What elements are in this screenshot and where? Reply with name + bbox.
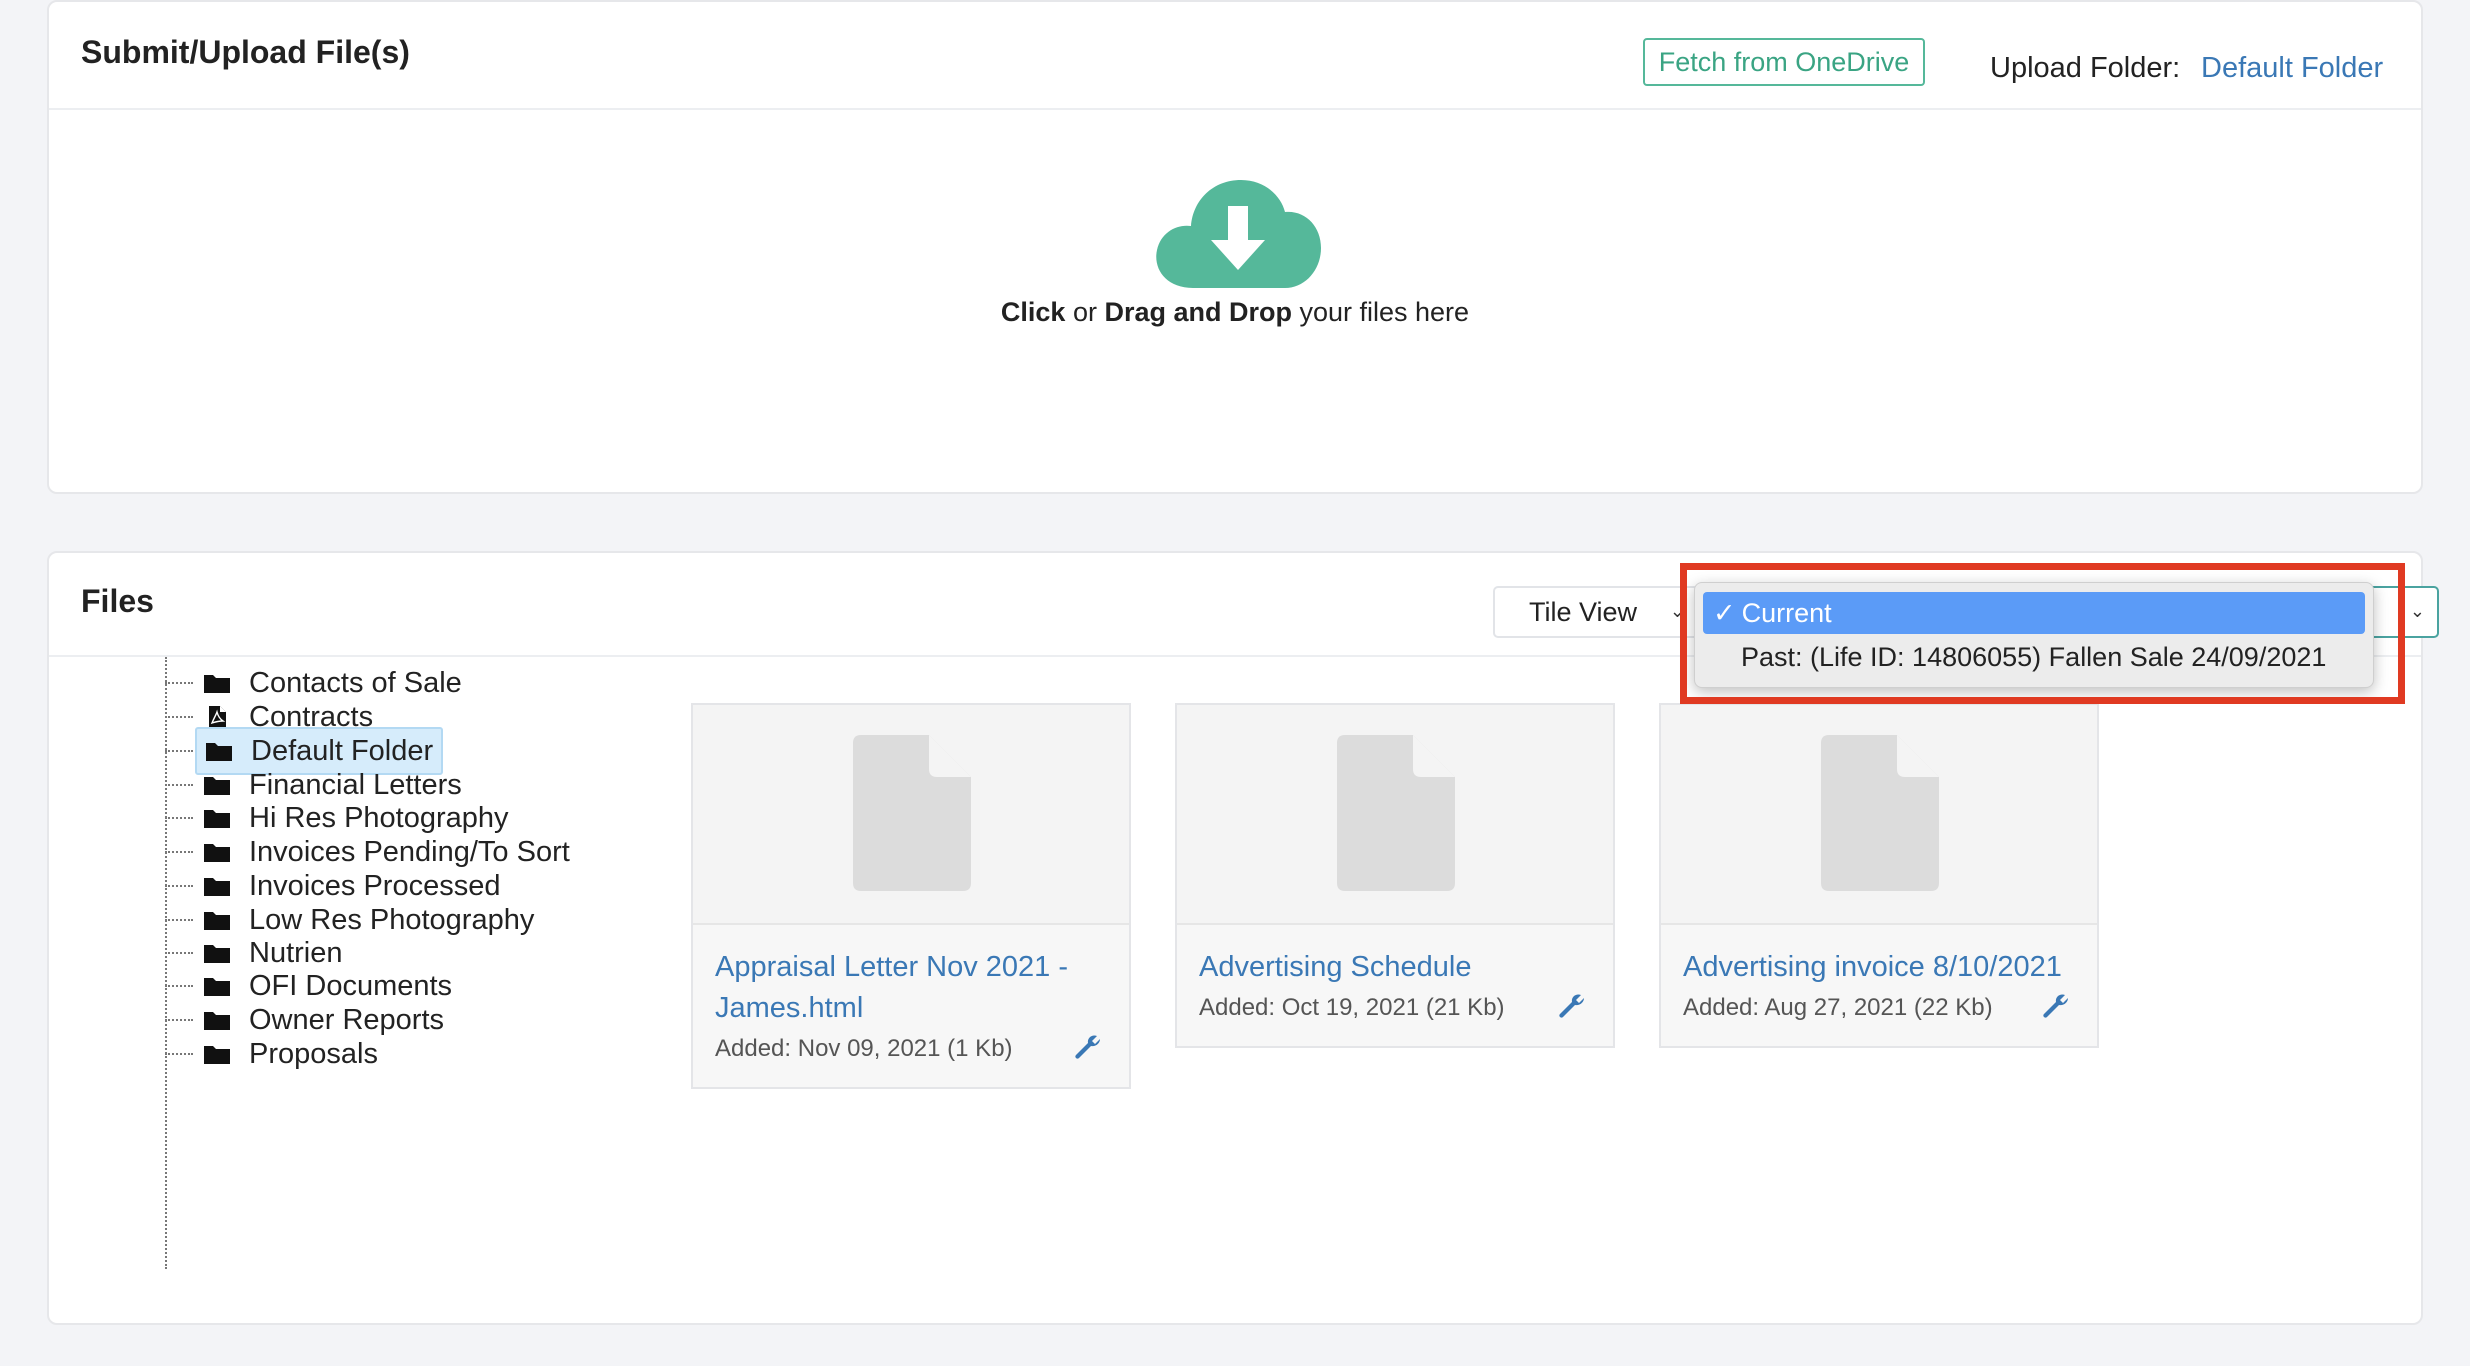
file-tile[interactable]: Advertising Schedule Added: Oct 19, 2021 … bbox=[1175, 703, 1615, 1048]
folder-icon bbox=[204, 844, 230, 862]
folder-icon bbox=[204, 810, 230, 828]
upload-folder-link[interactable]: Default Folder bbox=[2201, 52, 2383, 85]
upload-panel: Submit/Upload File(s) Fetch from OneDriv… bbox=[47, 0, 2423, 494]
folder-icon bbox=[204, 878, 230, 896]
folder-icon bbox=[204, 1046, 230, 1064]
file-name-link[interactable]: Advertising Schedule bbox=[1199, 947, 1591, 988]
wrench-icon[interactable] bbox=[2041, 992, 2071, 1022]
tree-connector bbox=[165, 952, 193, 954]
document-icon bbox=[1821, 735, 1939, 891]
tree-connector bbox=[165, 919, 193, 921]
tree-connector bbox=[165, 885, 193, 887]
upload-panel-title: Submit/Upload File(s) bbox=[81, 34, 410, 70]
wrench-icon[interactable] bbox=[1557, 992, 1587, 1022]
dropzone-instructions: Click or Drag and Drop your files here bbox=[49, 297, 2421, 328]
annotation-highlight-box bbox=[1680, 563, 2405, 704]
drop-drag-text: Drag and Drop bbox=[1104, 297, 1292, 327]
file-tile[interactable]: Appraisal Letter Nov 2021 - James.html Ad… bbox=[691, 703, 1131, 1089]
tree-connector bbox=[165, 716, 193, 718]
folder-node[interactable]: Proposals bbox=[195, 1030, 386, 1078]
fetch-from-onedrive-button[interactable]: Fetch from OneDrive bbox=[1643, 38, 1925, 86]
tree-connector bbox=[165, 784, 193, 786]
tree-connector bbox=[165, 1053, 193, 1055]
file-meta: Added: Nov 09, 2021 (1 Kb) bbox=[715, 1035, 1013, 1062]
file-thumbnail[interactable] bbox=[1177, 705, 1613, 925]
chevron-down-icon: ⌄ bbox=[2409, 601, 2425, 621]
view-mode-select[interactable]: Tile View ⌄ bbox=[1493, 586, 1699, 638]
folder-icon bbox=[204, 1012, 230, 1030]
file-info: Advertising invoice 8/10/2021 Added: Aug … bbox=[1661, 925, 2097, 1046]
folder-icon bbox=[204, 912, 230, 930]
file-dropzone[interactable]: Click or Drag and Drop your files here bbox=[49, 112, 2421, 492]
folder-icon bbox=[204, 978, 230, 996]
pdf-file-icon bbox=[209, 706, 226, 728]
tree-connector bbox=[165, 682, 193, 684]
drop-or-text: or bbox=[1065, 297, 1105, 327]
file-thumbnail[interactable] bbox=[693, 705, 1129, 925]
tree-connector bbox=[165, 1019, 193, 1021]
file-meta: Added: Oct 19, 2021 (21 Kb) bbox=[1199, 994, 1505, 1021]
wrench-icon[interactable] bbox=[1073, 1033, 1103, 1063]
files-panel-title: Files bbox=[81, 583, 154, 619]
file-tile[interactable]: Advertising invoice 8/10/2021 Added: Aug … bbox=[1659, 703, 2099, 1048]
file-meta: Added: Aug 27, 2021 (22 Kb) bbox=[1683, 994, 1993, 1021]
file-name-link[interactable]: Appraisal Letter Nov 2021 - James.html bbox=[715, 947, 1107, 1029]
file-info: Advertising Schedule Added: Oct 19, 2021 … bbox=[1177, 925, 1613, 1046]
document-icon bbox=[1337, 735, 1455, 891]
file-info: Appraisal Letter Nov 2021 - James.html Ad… bbox=[693, 925, 1129, 1087]
upload-folder-label: Upload Folder: bbox=[1990, 52, 2181, 84]
drop-click-text: Click bbox=[1000, 297, 1066, 327]
drop-rest-text: your files here bbox=[1291, 297, 1470, 327]
folder-icon bbox=[204, 675, 230, 693]
folder-icon bbox=[206, 743, 232, 761]
document-icon bbox=[853, 735, 971, 891]
tree-connector bbox=[165, 817, 193, 819]
tree-connector bbox=[165, 851, 193, 853]
file-thumbnail[interactable] bbox=[1661, 705, 2097, 925]
tree-connector bbox=[165, 750, 193, 752]
view-mode-value: Tile View bbox=[1529, 596, 1638, 627]
folder-icon bbox=[204, 777, 230, 795]
folder-tree-item[interactable]: Proposals bbox=[165, 1030, 386, 1078]
cloud-download-icon bbox=[1156, 180, 1321, 288]
tree-connector bbox=[165, 985, 193, 987]
upload-panel-header: Submit/Upload File(s) Fetch from OneDriv… bbox=[49, 2, 2421, 110]
folder-tree: Contacts of Sale Contracts Default Folder F… bbox=[109, 657, 669, 1297]
folder-icon bbox=[204, 945, 230, 963]
folder-label: Proposals bbox=[249, 1037, 378, 1070]
file-name-link[interactable]: Advertising invoice 8/10/2021 bbox=[1683, 947, 2075, 988]
